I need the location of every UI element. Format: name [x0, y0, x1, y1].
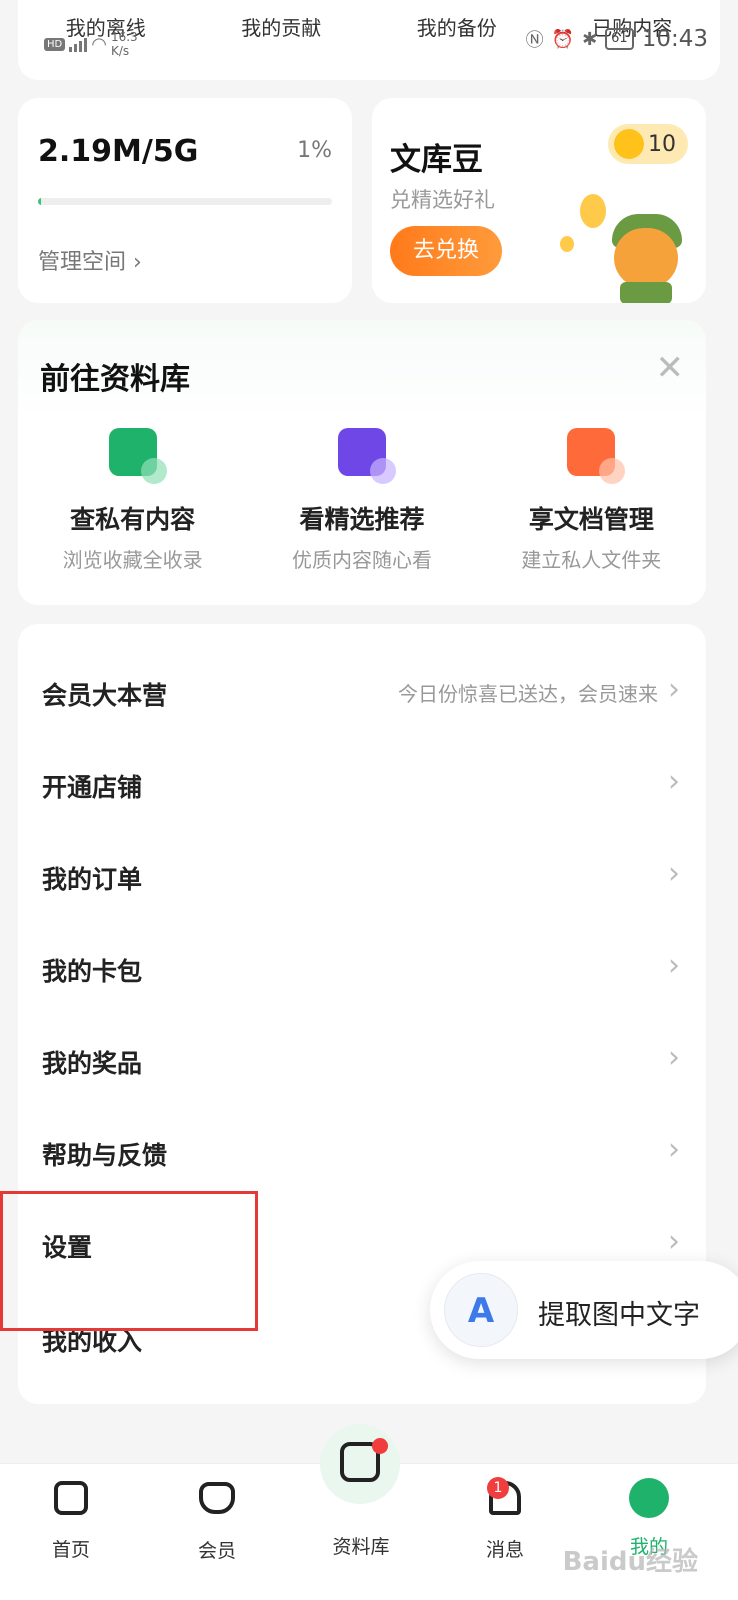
nfc-icon: Ⓝ [525, 30, 544, 51]
chevron-right-icon: › [668, 764, 680, 799]
library-items: 查私有内容 浏览收藏全收录 看精选推荐 优质内容随心看 享文档管理 建立私人文件… [18, 428, 706, 573]
highlight-box [0, 1191, 258, 1331]
menu-item-label: 我的奖品 [42, 1049, 143, 1078]
nav-label: 资料库 [332, 1536, 390, 1558]
menu-item-cards[interactable]: 我的卡包 › [18, 938, 706, 998]
menu-item-help[interactable]: 帮助与反馈 › [18, 1122, 706, 1182]
storage-percent: 1% [297, 138, 332, 163]
nav-library[interactable]: 资料库 [316, 1532, 406, 1559]
notification-dot [372, 1438, 388, 1454]
library-item-sub: 浏览收藏全收录 [62, 548, 203, 572]
storage-value: 2.19M/5G [38, 134, 199, 169]
storage-card[interactable]: 2.19M/5G 1% 管理空间 › [18, 98, 352, 303]
clock: 10:43 [641, 26, 708, 52]
signal-icon [69, 36, 88, 52]
chevron-right-icon: › [668, 1224, 680, 1259]
redeem-button[interactable]: 去兑换 [390, 226, 502, 276]
menu-item-prizes[interactable]: 我的奖品 › [18, 1030, 706, 1090]
library-item-name: 看精选推荐 [299, 505, 425, 534]
chevron-right-icon: › [668, 672, 680, 707]
mascot-illustration [594, 208, 694, 303]
nav-label: 会员 [197, 1540, 236, 1562]
nav-messages[interactable]: 1 消息 [460, 1477, 550, 1562]
private-content-icon [108, 428, 167, 484]
recommend-icon [337, 428, 396, 484]
message-badge: 1 [487, 1477, 509, 1499]
library-item-sub: 建立私人文件夹 [521, 548, 662, 572]
home-icon [51, 1481, 91, 1521]
watermark: Baidu经验 [562, 1547, 698, 1577]
beans-count-badge: 10 [608, 124, 688, 164]
menu-item-hint: 今日份惊喜已送达，会员速来 [398, 682, 658, 706]
menu-item-label: 会员大本营 [42, 681, 168, 710]
beans-count: 10 [648, 131, 676, 157]
nav-label: 消息 [485, 1539, 524, 1561]
library-item-name: 查私有内容 [70, 505, 196, 534]
bean-decoration [560, 236, 574, 252]
bluetooth-icon: ✱ [582, 28, 598, 50]
menu-item-vip-camp[interactable]: 会员大本营 今日份惊喜已送达，会员速来 › [18, 662, 706, 722]
chevron-right-icon: › [668, 856, 680, 891]
library-item-docs[interactable]: 享文档管理 建立私人文件夹 [477, 428, 706, 573]
menu-item-label: 开通店铺 [42, 773, 143, 802]
network-speed: 16.3 K/s [110, 30, 138, 58]
menu-item-orders[interactable]: 我的订单 › [18, 846, 706, 906]
extract-text-button[interactable]: A 提取图中文字 [430, 1261, 738, 1359]
library-title: 前往资料库 [40, 362, 190, 397]
library-item-sub: 优质内容随心看 [291, 548, 432, 572]
status-bar: HD ◠ 16.3 K/s Ⓝ ⏰ ✱ 61 10:43 [44, 22, 708, 62]
library-card: 前往资料库 ✕ 查私有内容 浏览收藏全收录 看精选推荐 优质内容随心看 享文档管… [18, 320, 706, 605]
beans-title: 文库豆 [390, 142, 483, 178]
library-item-private[interactable]: 查私有内容 浏览收藏全收录 [18, 428, 247, 573]
bell-icon: 1 [485, 1477, 525, 1521]
chevron-right-icon: › [668, 1132, 680, 1167]
manage-space-link[interactable]: 管理空间 › [38, 244, 142, 276]
vip-icon [197, 1482, 237, 1522]
alarm-icon: ⏰ [551, 28, 575, 50]
hd-badge: HD [44, 37, 66, 51]
bean-icon [614, 129, 644, 159]
nav-vip[interactable]: 会员 [172, 1478, 262, 1563]
nav-home[interactable]: 首页 [26, 1478, 116, 1562]
library-item-name: 享文档管理 [528, 505, 654, 534]
menu-item-label: 帮助与反馈 [42, 1141, 168, 1170]
library-center-button[interactable] [320, 1424, 400, 1504]
chevron-right-icon: › [668, 1040, 680, 1075]
battery-icon: 61 [605, 28, 634, 50]
menu-item-label: 我的订单 [42, 865, 143, 894]
beans-card[interactable]: 文库豆 兑精选好礼 去兑换 10 [372, 98, 706, 303]
storage-progress-fill [38, 198, 41, 205]
folder-icon [567, 428, 626, 484]
wifi-icon: ◠ [91, 33, 107, 55]
me-icon [629, 1478, 669, 1518]
status-right: Ⓝ ⏰ ✱ 61 10:43 [526, 26, 708, 52]
status-left: HD ◠ 16.3 K/s [44, 30, 138, 58]
extract-text-label: 提取图中文字 [538, 1300, 700, 1331]
bottom-nav: 首页 会员 资料库 1 消息 我的 Baidu经验 [0, 1424, 738, 1600]
menu-item-open-shop[interactable]: 开通店铺 › [18, 754, 706, 814]
storage-progress-bar [38, 198, 332, 205]
nav-label: 首页 [51, 1539, 90, 1561]
beans-subtitle: 兑精选好礼 [390, 188, 495, 212]
library-item-recommend[interactable]: 看精选推荐 优质内容随心看 [247, 428, 476, 573]
close-icon[interactable]: ✕ [656, 348, 685, 388]
chevron-right-icon: › [668, 948, 680, 983]
menu-item-label: 我的卡包 [42, 957, 143, 986]
text-scan-icon: A [444, 1273, 518, 1347]
